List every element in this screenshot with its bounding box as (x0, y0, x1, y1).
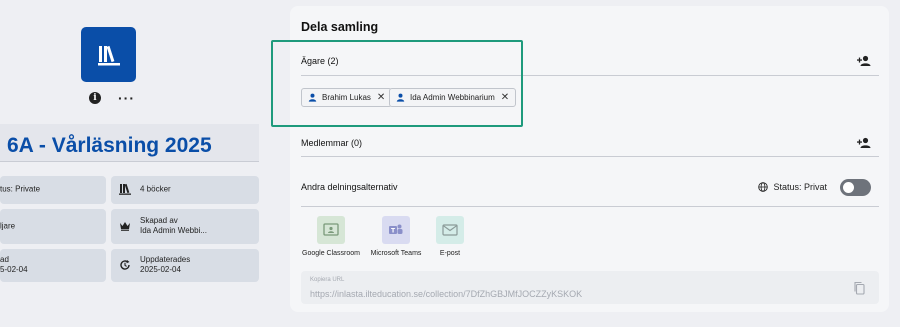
add-owner-icon[interactable] (857, 54, 871, 72)
other-options-label: Andra delningsalternativ (301, 182, 398, 192)
other-divider (301, 206, 879, 207)
email-icon (436, 216, 464, 244)
created-info: Skapad av Ida Admin Webbi... (140, 216, 207, 238)
books-card[interactable]: 4 böcker (111, 176, 259, 204)
share-option-label: E-post (439, 250, 461, 257)
status-text: tus: Private (0, 184, 41, 194)
date-card: ad 5-02-04 (0, 249, 106, 282)
more-options-icon[interactable]: ··· (118, 90, 135, 106)
collection-title: 6A - Vårläsning 2025 (7, 134, 212, 157)
updated-card: Uppdaterades 2025-02-04 (111, 249, 259, 282)
update-icon (119, 259, 131, 273)
microsoft-teams-icon: T (382, 216, 410, 244)
collection-url: https://inlasta.ilteducation.se/collecti… (310, 289, 583, 299)
collection-logo (81, 27, 136, 82)
books-count: 4 böcker (140, 184, 171, 194)
readers-text: ljare (0, 221, 16, 231)
share-title: Dela samling (301, 20, 379, 34)
add-member-icon[interactable] (857, 136, 871, 154)
copy-url-label: Kopiera URL (310, 277, 345, 283)
status-label: Status: Privat (773, 182, 827, 192)
share-email[interactable]: E-post (410, 216, 490, 257)
created-label: Skapad av (140, 215, 178, 225)
info-icon[interactable]: i (89, 92, 101, 104)
members-label: Medlemmar (0) (301, 138, 363, 148)
copy-icon[interactable] (853, 281, 865, 300)
toggle-knob (843, 182, 854, 193)
library-icon (97, 45, 120, 65)
visibility-status: Status: Privat (758, 182, 827, 192)
crown-icon (119, 221, 131, 233)
books-icon (119, 183, 131, 197)
globe-icon (758, 182, 769, 192)
owners-highlight-box (271, 40, 523, 127)
members-divider (301, 156, 879, 157)
visibility-toggle[interactable] (840, 179, 871, 196)
collection-sidebar: i ··· 6A - Vårläsning 2025 tus: Private … (0, 0, 275, 327)
status-card: tus: Private (0, 176, 106, 204)
copy-url-field[interactable]: Kopiera URL https://inlasta.ilteducation… (301, 271, 879, 304)
updated-value: 2025-02-04 (140, 265, 181, 275)
date-info: ad 5-02-04 (0, 255, 28, 277)
created-by: Ida Admin Webbi... (140, 226, 207, 236)
readers-card: ljare (0, 209, 106, 244)
date-label: ad (0, 254, 9, 264)
updated-info: Uppdaterades 2025-02-04 (140, 255, 190, 277)
google-classroom-icon (317, 216, 345, 244)
updated-label: Uppdaterades (140, 254, 191, 264)
share-option-label: Google Classroom (302, 250, 360, 257)
created-card: Skapad av Ida Admin Webbi... (111, 209, 259, 244)
date-value: 5-02-04 (0, 265, 28, 275)
